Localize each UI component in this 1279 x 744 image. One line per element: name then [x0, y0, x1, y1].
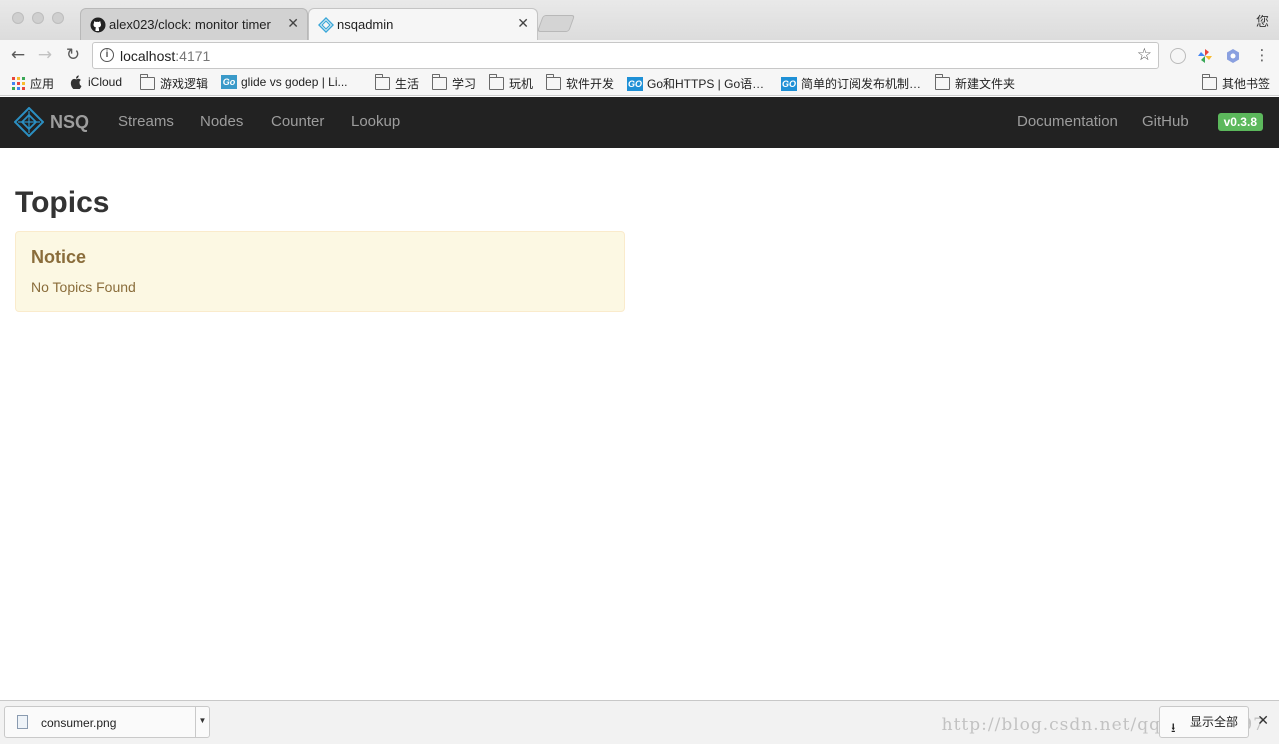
- download-icon: ⭳: [1170, 721, 1176, 736]
- bookmark-folder[interactable]: 新建文件夹: [935, 74, 1016, 92]
- show-all-label: 显示全部: [1189, 715, 1238, 729]
- info-icon[interactable]: i: [100, 48, 114, 62]
- extension-circle-icon[interactable]: [1170, 48, 1186, 64]
- apple-icon: [70, 75, 82, 89]
- nsq-navbar: NSQ Streams Nodes Counter Lookup Documen…: [0, 97, 1279, 148]
- go-icon: GO: [781, 76, 797, 91]
- download-item[interactable]: consumer.png ▼: [4, 706, 210, 738]
- browser-toolbar: ← → ↻ i localhost:4171 ☆ ⋮: [0, 40, 1279, 70]
- nsq-logo-icon: [14, 107, 44, 137]
- bookmark-label: 新建文件夹: [955, 77, 1016, 91]
- bookmark-folder[interactable]: 生活: [375, 74, 420, 92]
- bookmark-label: Go和HTTPS | Go语…: [647, 77, 765, 91]
- bookmark-label: 简单的订阅发布机制…: [801, 77, 922, 91]
- tab-github[interactable]: alex023/clock: monitor timer ✕: [80, 8, 308, 40]
- nav-lookup[interactable]: Lookup: [351, 113, 400, 130]
- nav-nodes[interactable]: Nodes: [200, 113, 243, 130]
- bookmark-label: 玩机: [509, 77, 534, 91]
- bookmark-label: 其他书签: [1222, 77, 1271, 91]
- bookmark-link[interactable]: GO Go和HTTPS | Go语…: [627, 75, 764, 92]
- tab-title: nsqadmin: [337, 17, 394, 32]
- bookmark-label: 学习: [452, 77, 477, 91]
- bookmark-label: 生活: [395, 77, 420, 91]
- notice-alert: Notice No Topics Found: [15, 231, 625, 312]
- forward-icon[interactable]: →: [35, 45, 55, 65]
- nav-streams[interactable]: Streams: [118, 113, 174, 130]
- notice-message: No Topics Found: [31, 279, 136, 295]
- window-minimize-dot[interactable]: [32, 12, 44, 24]
- back-icon[interactable]: ←: [8, 45, 28, 65]
- bookmark-label: 应用: [30, 77, 55, 91]
- close-icon[interactable]: ✕: [287, 16, 299, 32]
- bookmark-star-icon[interactable]: ☆: [1137, 45, 1152, 65]
- bookmark-icloud[interactable]: iCloud: [70, 75, 122, 89]
- chevron-down-icon[interactable]: ▼: [195, 707, 209, 737]
- folder-icon: [546, 74, 561, 90]
- menu-kebab-icon[interactable]: ⋮: [1252, 45, 1272, 65]
- folder-icon: [935, 74, 950, 90]
- extension-pinwheel-icon[interactable]: [1197, 48, 1213, 64]
- go-icon: GO: [627, 76, 643, 91]
- nav-github[interactable]: GitHub: [1142, 113, 1189, 130]
- bookmark-label: glide vs godep | Li...: [241, 75, 348, 89]
- new-tab-button[interactable]: [536, 15, 576, 32]
- address-bar[interactable]: i localhost:4171 ☆: [92, 42, 1159, 69]
- nsq-logo-icon: [318, 17, 334, 33]
- notice-heading: Notice: [31, 247, 87, 267]
- extension-hexagon-icon[interactable]: [1225, 48, 1241, 64]
- bookmark-label: 游戏逻辑: [160, 77, 209, 91]
- close-icon[interactable]: ✕: [517, 16, 529, 32]
- bookmark-apps[interactable]: 应用: [12, 75, 54, 92]
- download-shelf: consumer.png ▼ http://blog.csdn.net/qq_2…: [0, 700, 1279, 744]
- window-close-dot[interactable]: [12, 12, 24, 24]
- bookmarks-bar: 应用 iCloud 游戏逻辑 Go glide vs godep | Li...…: [0, 70, 1279, 96]
- folder-icon: [1202, 74, 1217, 90]
- address-url[interactable]: localhost:4171: [120, 48, 210, 64]
- github-icon: [90, 17, 106, 33]
- version-badge: v0.3.8: [1217, 113, 1263, 131]
- close-icon[interactable]: ✕: [1257, 713, 1269, 729]
- nav-counter[interactable]: Counter: [271, 113, 324, 130]
- download-filename: consumer.png: [41, 716, 117, 730]
- bookmark-folder[interactable]: 玩机: [489, 74, 534, 92]
- tab-title: alex023/clock: monitor timer: [109, 17, 271, 32]
- bookmark-label: iCloud: [88, 75, 123, 89]
- bookmark-folder[interactable]: 游戏逻辑: [140, 74, 209, 92]
- page-title: Topics: [15, 186, 110, 219]
- browser-tab-bar: alex023/clock: monitor timer ✕ nsqadmin …: [0, 0, 1279, 40]
- brand-name: NSQ: [50, 111, 90, 132]
- folder-icon: [375, 74, 390, 90]
- bookmark-folder[interactable]: 软件开发: [546, 74, 615, 92]
- nav-documentation[interactable]: Documentation: [1017, 113, 1118, 130]
- bookmark-link[interactable]: GO 简单的订阅发布机制…: [781, 75, 921, 92]
- folder-icon: [432, 74, 447, 90]
- tab-nsqadmin[interactable]: nsqadmin ✕: [308, 8, 538, 40]
- folder-icon: [140, 74, 155, 90]
- reload-icon[interactable]: ↻: [63, 45, 83, 65]
- bookmark-label: 软件开发: [566, 77, 615, 91]
- go-icon: Go: [221, 75, 237, 89]
- profile-label[interactable]: 您: [1256, 11, 1269, 30]
- window-zoom-dot[interactable]: [52, 12, 64, 24]
- apps-grid-icon: [12, 77, 25, 90]
- show-all-downloads-button[interactable]: ⭳ 显示全部: [1158, 706, 1249, 738]
- nsq-brand[interactable]: NSQ: [14, 107, 89, 137]
- bookmark-link[interactable]: Go glide vs godep | Li...: [221, 75, 348, 89]
- bookmark-other-folder[interactable]: 其他书签: [1202, 74, 1271, 92]
- image-file-icon: [17, 715, 28, 729]
- bookmark-folder[interactable]: 学习: [432, 74, 477, 92]
- folder-icon: [489, 74, 504, 90]
